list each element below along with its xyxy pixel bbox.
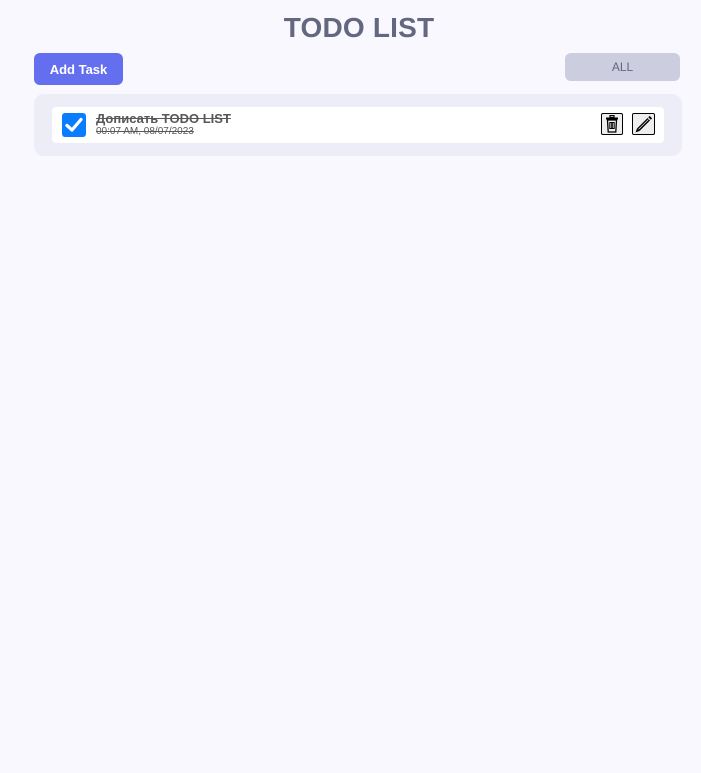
add-task-button[interactable]: Add Task — [34, 53, 123, 85]
todo-item: Дописать TODO LIST 00:07 AM, 08/07/2023 — [52, 107, 664, 143]
todo-app: TODO LIST Add Task ALL Дописать TODO LIS… — [0, 0, 701, 773]
edit-button[interactable] — [632, 113, 655, 135]
delete-button[interactable] — [601, 113, 623, 135]
toolbar: Add Task ALL — [34, 53, 680, 85]
todo-text-block: Дописать TODO LIST 00:07 AM, 08/07/2023 — [96, 112, 231, 138]
filter-select-value: ALL — [611, 60, 634, 74]
todo-checkbox[interactable] — [62, 113, 86, 137]
trash-icon — [606, 115, 618, 133]
todo-list: Дописать TODO LIST 00:07 AM, 08/07/2023 — [34, 94, 682, 156]
checkmark-icon — [65, 117, 83, 132]
filter-select[interactable]: ALL — [565, 53, 680, 81]
todo-time: 00:07 AM, 08/07/2023 — [96, 126, 194, 137]
page-title: TODO LIST — [283, 12, 435, 43]
todo-title: Дописать TODO LIST — [96, 111, 231, 126]
pencil-icon — [635, 115, 652, 133]
